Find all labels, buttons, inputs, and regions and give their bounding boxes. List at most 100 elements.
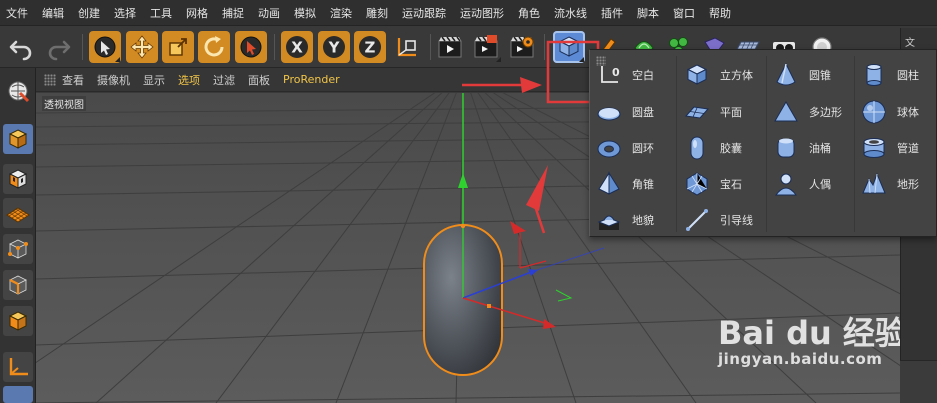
menu-character[interactable]: 角色 — [518, 5, 540, 21]
edges-mode-button[interactable] — [3, 270, 33, 300]
popup-item-label: 圆锥 — [809, 69, 831, 82]
undo-button[interactable] — [5, 31, 37, 63]
menu-help[interactable]: 帮助 — [709, 5, 731, 21]
popup-item-cube[interactable]: 立方体 — [683, 60, 753, 90]
menu-mograph[interactable]: 运动图形 — [460, 5, 504, 21]
popup-item-null[interactable]: 0 空白 — [595, 60, 654, 90]
object-mode-icon — [8, 129, 28, 149]
menu-pipeline[interactable]: 流水线 — [554, 5, 587, 21]
menu-tools[interactable]: 工具 — [150, 5, 172, 21]
move-icon — [130, 35, 154, 59]
axis-mode-icon — [9, 358, 28, 376]
plane-icon — [685, 106, 709, 119]
workplane-button[interactable] — [3, 198, 33, 228]
popup-item-cone[interactable]: 圆锥 — [772, 60, 831, 90]
toolbar-separator — [274, 34, 275, 60]
y-axis-icon: Y — [323, 36, 345, 58]
menu-script[interactable]: 脚本 — [637, 5, 659, 21]
coordinate-system-button[interactable] — [391, 31, 423, 63]
model-mode-button[interactable] — [3, 76, 33, 106]
popup-item-figure[interactable]: 人偶 — [772, 169, 831, 199]
popup-item-torus[interactable]: 圆环 — [595, 133, 654, 163]
menu-snap[interactable]: 捕捉 — [222, 5, 244, 21]
redo-button[interactable] — [43, 31, 75, 63]
x-axis-lock-button[interactable]: X — [281, 31, 313, 63]
menu-create[interactable]: 创建 — [78, 5, 100, 21]
edges-mode-icon — [9, 275, 27, 295]
menu-plugins[interactable]: 插件 — [601, 5, 623, 21]
select-icon — [240, 36, 262, 58]
workplane-icon — [6, 207, 30, 223]
select-tool-button[interactable] — [235, 31, 267, 63]
y-axis-label: Y — [328, 39, 341, 57]
x-axis-icon: X — [286, 36, 308, 58]
viewport-menu-panel[interactable]: 面板 — [248, 72, 270, 88]
viewport-menu-options[interactable]: 选项 — [178, 72, 200, 88]
right-panel-tab[interactable]: 文 — [905, 34, 915, 49]
viewport-menu-view[interactable]: 查看 — [62, 72, 84, 88]
points-mode-button[interactable] — [3, 234, 33, 264]
menu-motion-tracking[interactable]: 运动跟踪 — [402, 5, 446, 21]
popup-item-label: 角锥 — [632, 178, 654, 191]
pyramid-icon — [598, 171, 620, 195]
popup-item-label: 圆环 — [632, 142, 654, 155]
capsule-icon — [690, 136, 704, 160]
menu-mesh[interactable]: 网格 — [186, 5, 208, 21]
menu-simulate[interactable]: 模拟 — [294, 5, 316, 21]
z-axis-lock-button[interactable]: Z — [354, 31, 386, 63]
rotate-button[interactable] — [198, 31, 230, 63]
menu-animate[interactable]: 动画 — [258, 5, 280, 21]
viewport-menu-display[interactable]: 显示 — [143, 72, 165, 88]
watermark-url: jingyan.baidu.com — [718, 350, 883, 368]
viewport-menu-cameras[interactable]: 摄像机 — [97, 72, 130, 88]
viewport-title: 透视视图 — [42, 96, 86, 111]
popup-item-platonic[interactable]: 宝石 — [683, 169, 742, 199]
texture-mode-button[interactable] — [3, 164, 33, 194]
menu-render[interactable]: 渲染 — [330, 5, 352, 21]
move-button[interactable] — [126, 31, 158, 63]
scale-button[interactable] — [162, 31, 194, 63]
live-select-button[interactable] — [89, 31, 121, 63]
main-menubar: 文件 编辑 创建 选择 工具 网格 捕捉 动画 模拟 渲染 雕刻 运动跟踪 运动… — [0, 0, 937, 26]
popup-item-tube[interactable]: 管道 — [860, 133, 919, 163]
menu-edit[interactable]: 编辑 — [42, 5, 64, 21]
cube-icon — [686, 64, 708, 85]
menu-file[interactable]: 文件 — [6, 5, 28, 21]
polygon-icon — [774, 101, 798, 122]
rotate-icon — [204, 36, 224, 57]
popup-item-polygon[interactable]: 多边形 — [772, 97, 842, 127]
baidu-watermark: Bai du 经验 — [718, 314, 900, 352]
polygons-mode-icon — [8, 311, 28, 331]
popup-item-sphere[interactable]: 球体 — [860, 97, 919, 127]
menu-select[interactable]: 选择 — [114, 5, 136, 21]
viewport-menu-prorender[interactable]: ProRender — [283, 73, 340, 86]
popup-item-label: 人偶 — [809, 178, 831, 191]
viewport-menu-filter[interactable]: 过滤 — [213, 72, 235, 88]
popup-item-label: 圆盘 — [632, 106, 654, 119]
menu-sculpt[interactable]: 雕刻 — [366, 5, 388, 21]
popup-item-pyramid[interactable]: 角锥 — [595, 169, 654, 199]
null-icon: 0 — [601, 66, 620, 83]
popup-item-guide[interactable]: 引导线 — [683, 205, 753, 235]
palette-next-button[interactable] — [3, 386, 33, 403]
popup-item-plane[interactable]: 平面 — [683, 97, 742, 127]
figure-icon — [775, 173, 797, 196]
left-mode-palette — [0, 68, 36, 403]
menu-window[interactable]: 窗口 — [673, 5, 695, 21]
popup-item-landscape[interactable]: 地形 — [860, 169, 919, 199]
oil-tank-icon — [777, 138, 795, 158]
cone-icon — [776, 62, 796, 86]
axis-mode-button[interactable] — [3, 352, 33, 382]
polygons-mode-button[interactable] — [3, 306, 33, 336]
popup-item-label: 立方体 — [720, 69, 753, 82]
tube-icon — [863, 138, 885, 158]
popup-item-label: 地形 — [897, 178, 919, 191]
popup-item-relief[interactable]: 地貌 — [595, 205, 654, 235]
popup-item-cylinder[interactable]: 圆柱 — [860, 60, 919, 90]
object-mode-button[interactable] — [3, 124, 33, 154]
popup-item-oil-tank[interactable]: 油桶 — [772, 133, 831, 163]
popup-item-capsule[interactable]: 胶囊 — [683, 133, 742, 163]
viewport-menu-grip[interactable] — [44, 73, 56, 86]
y-axis-lock-button[interactable]: Y — [318, 31, 350, 63]
popup-item-disc[interactable]: 圆盘 — [595, 97, 654, 127]
